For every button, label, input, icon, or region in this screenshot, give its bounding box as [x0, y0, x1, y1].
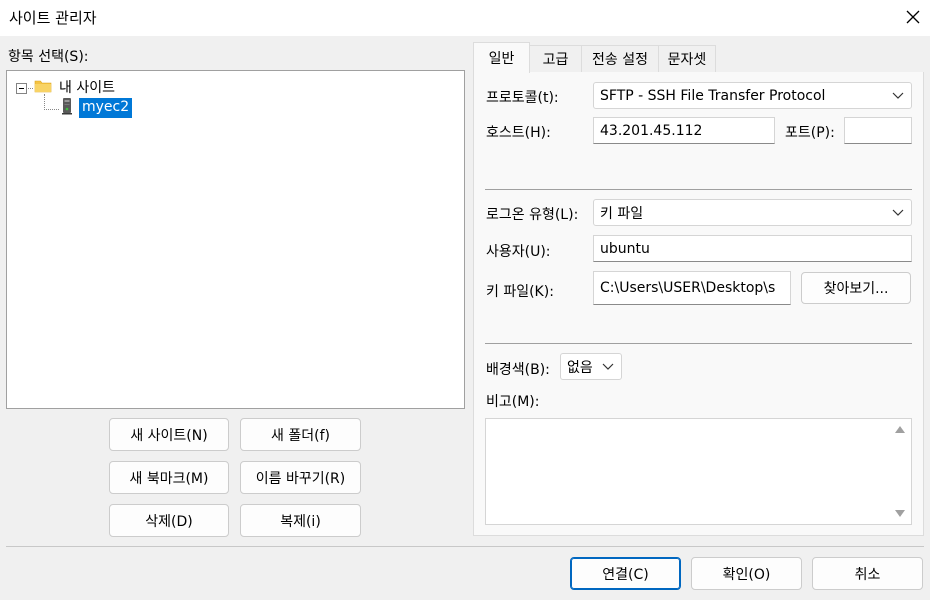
keyfile-label: 키 파일(K): [486, 284, 554, 300]
bgcolor-select[interactable]: 없음 [560, 353, 622, 380]
ok-button[interactable]: 확인(O) [691, 557, 802, 590]
protocol-label: 프로토콜(t): [486, 90, 559, 106]
delete-button[interactable]: 삭제(D) [109, 504, 229, 537]
bgcolor-value: 없음 [567, 359, 593, 376]
tree-item-my-sites[interactable]: 내 사이트 [59, 77, 115, 97]
logon-type-label: 로그온 유형(L): [486, 207, 579, 223]
separator [485, 343, 912, 344]
footer-separator [6, 546, 924, 547]
logon-type-select[interactable]: 키 파일 [593, 199, 912, 226]
new-folder-button[interactable]: 새 폴더(f) [240, 418, 361, 451]
logon-type-value: 키 파일 [600, 205, 644, 222]
protocol-value: SFTP - SSH File Transfer Protocol [600, 87, 826, 104]
site-tree[interactable]: 내 사이트 myec2 [6, 70, 465, 409]
chevron-down-icon [892, 209, 904, 216]
cancel-button[interactable]: 취소 [812, 557, 923, 590]
folder-icon [34, 80, 52, 93]
port-input[interactable] [844, 117, 912, 144]
comments-label: 비고(M): [486, 394, 540, 410]
bgcolor-label: 배경색(B): [486, 362, 550, 378]
tree-label: 항목 선택(S): [8, 49, 89, 65]
tab-transfer-settings[interactable]: 전송 설정 [581, 45, 659, 72]
server-icon [62, 98, 72, 115]
host-input[interactable]: 43.201.45.112 [593, 117, 775, 144]
tree-collapse-toggle[interactable] [16, 83, 27, 94]
scroll-down-icon[interactable] [895, 510, 905, 517]
keyfile-input[interactable]: C:\Users\USER\Desktop\s [593, 271, 791, 305]
rename-button[interactable]: 이름 바꾸기(R) [240, 461, 361, 494]
tree-item-myec2[interactable]: myec2 [79, 98, 133, 118]
port-label: 포트(P): [785, 125, 835, 141]
new-site-button[interactable]: 새 사이트(N) [109, 418, 229, 451]
chevron-down-icon [602, 363, 614, 370]
user-label: 사용자(U): [486, 244, 551, 260]
title-bar [0, 0, 930, 36]
duplicate-button[interactable]: 복제(i) [240, 504, 361, 537]
connect-button[interactable]: 연결(C) [570, 557, 681, 590]
new-bookmark-button[interactable]: 새 북마크(M) [109, 461, 229, 494]
scroll-up-icon[interactable] [895, 426, 905, 433]
tab-advanced[interactable]: 고급 [529, 45, 582, 72]
window-title: 사이트 관리자 [9, 9, 97, 27]
close-icon [906, 10, 919, 24]
tab-general[interactable]: 일반 [473, 42, 530, 73]
host-label: 호스트(H): [486, 125, 551, 141]
chevron-down-icon [892, 92, 904, 99]
comments-textarea[interactable] [485, 418, 912, 525]
user-input[interactable]: ubuntu [593, 235, 912, 262]
tab-charset[interactable]: 문자셋 [658, 45, 716, 72]
separator [485, 189, 912, 190]
browse-button[interactable]: 찾아보기... [801, 272, 911, 304]
protocol-select[interactable]: SFTP - SSH File Transfer Protocol [593, 82, 912, 109]
close-button[interactable] [895, 0, 930, 34]
